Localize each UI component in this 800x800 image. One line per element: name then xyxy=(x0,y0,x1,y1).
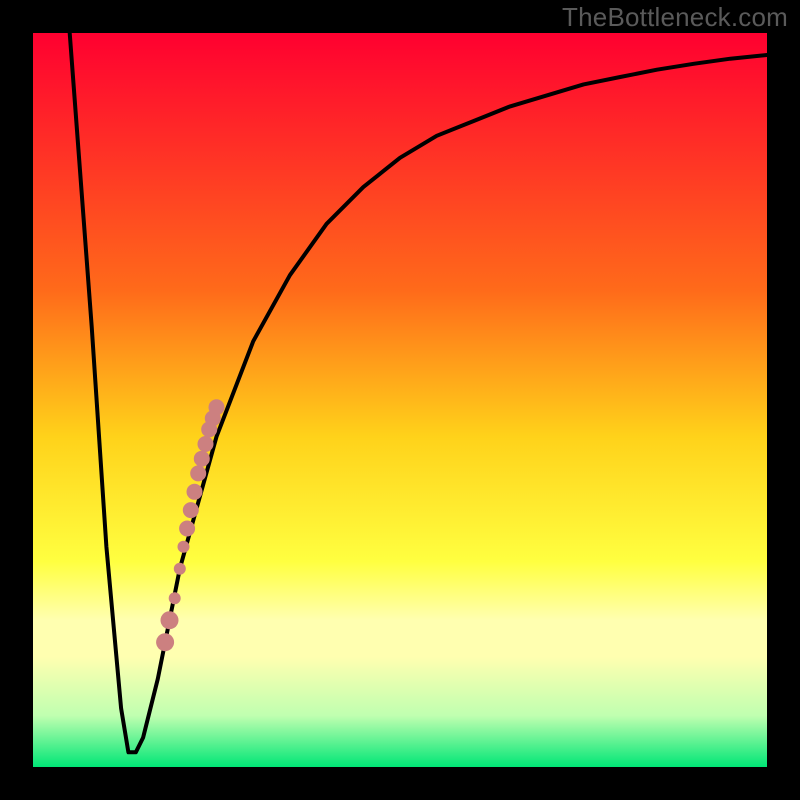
highlight-dot xyxy=(178,541,190,553)
highlight-dot xyxy=(156,633,174,651)
highlight-dot xyxy=(161,611,179,629)
highlight-dot xyxy=(183,502,199,518)
highlight-dot xyxy=(174,563,186,575)
highlight-dot xyxy=(179,521,195,537)
highlight-dot xyxy=(194,451,210,467)
highlight-dot xyxy=(209,399,225,415)
highlight-dot xyxy=(198,436,214,452)
highlight-dot xyxy=(169,592,181,604)
bottleneck-chart xyxy=(0,0,800,800)
highlight-dot xyxy=(187,484,203,500)
plot-background xyxy=(33,33,767,767)
watermark-text: TheBottleneck.com xyxy=(562,2,788,33)
highlight-dot xyxy=(190,465,206,481)
chart-container: TheBottleneck.com xyxy=(0,0,800,800)
